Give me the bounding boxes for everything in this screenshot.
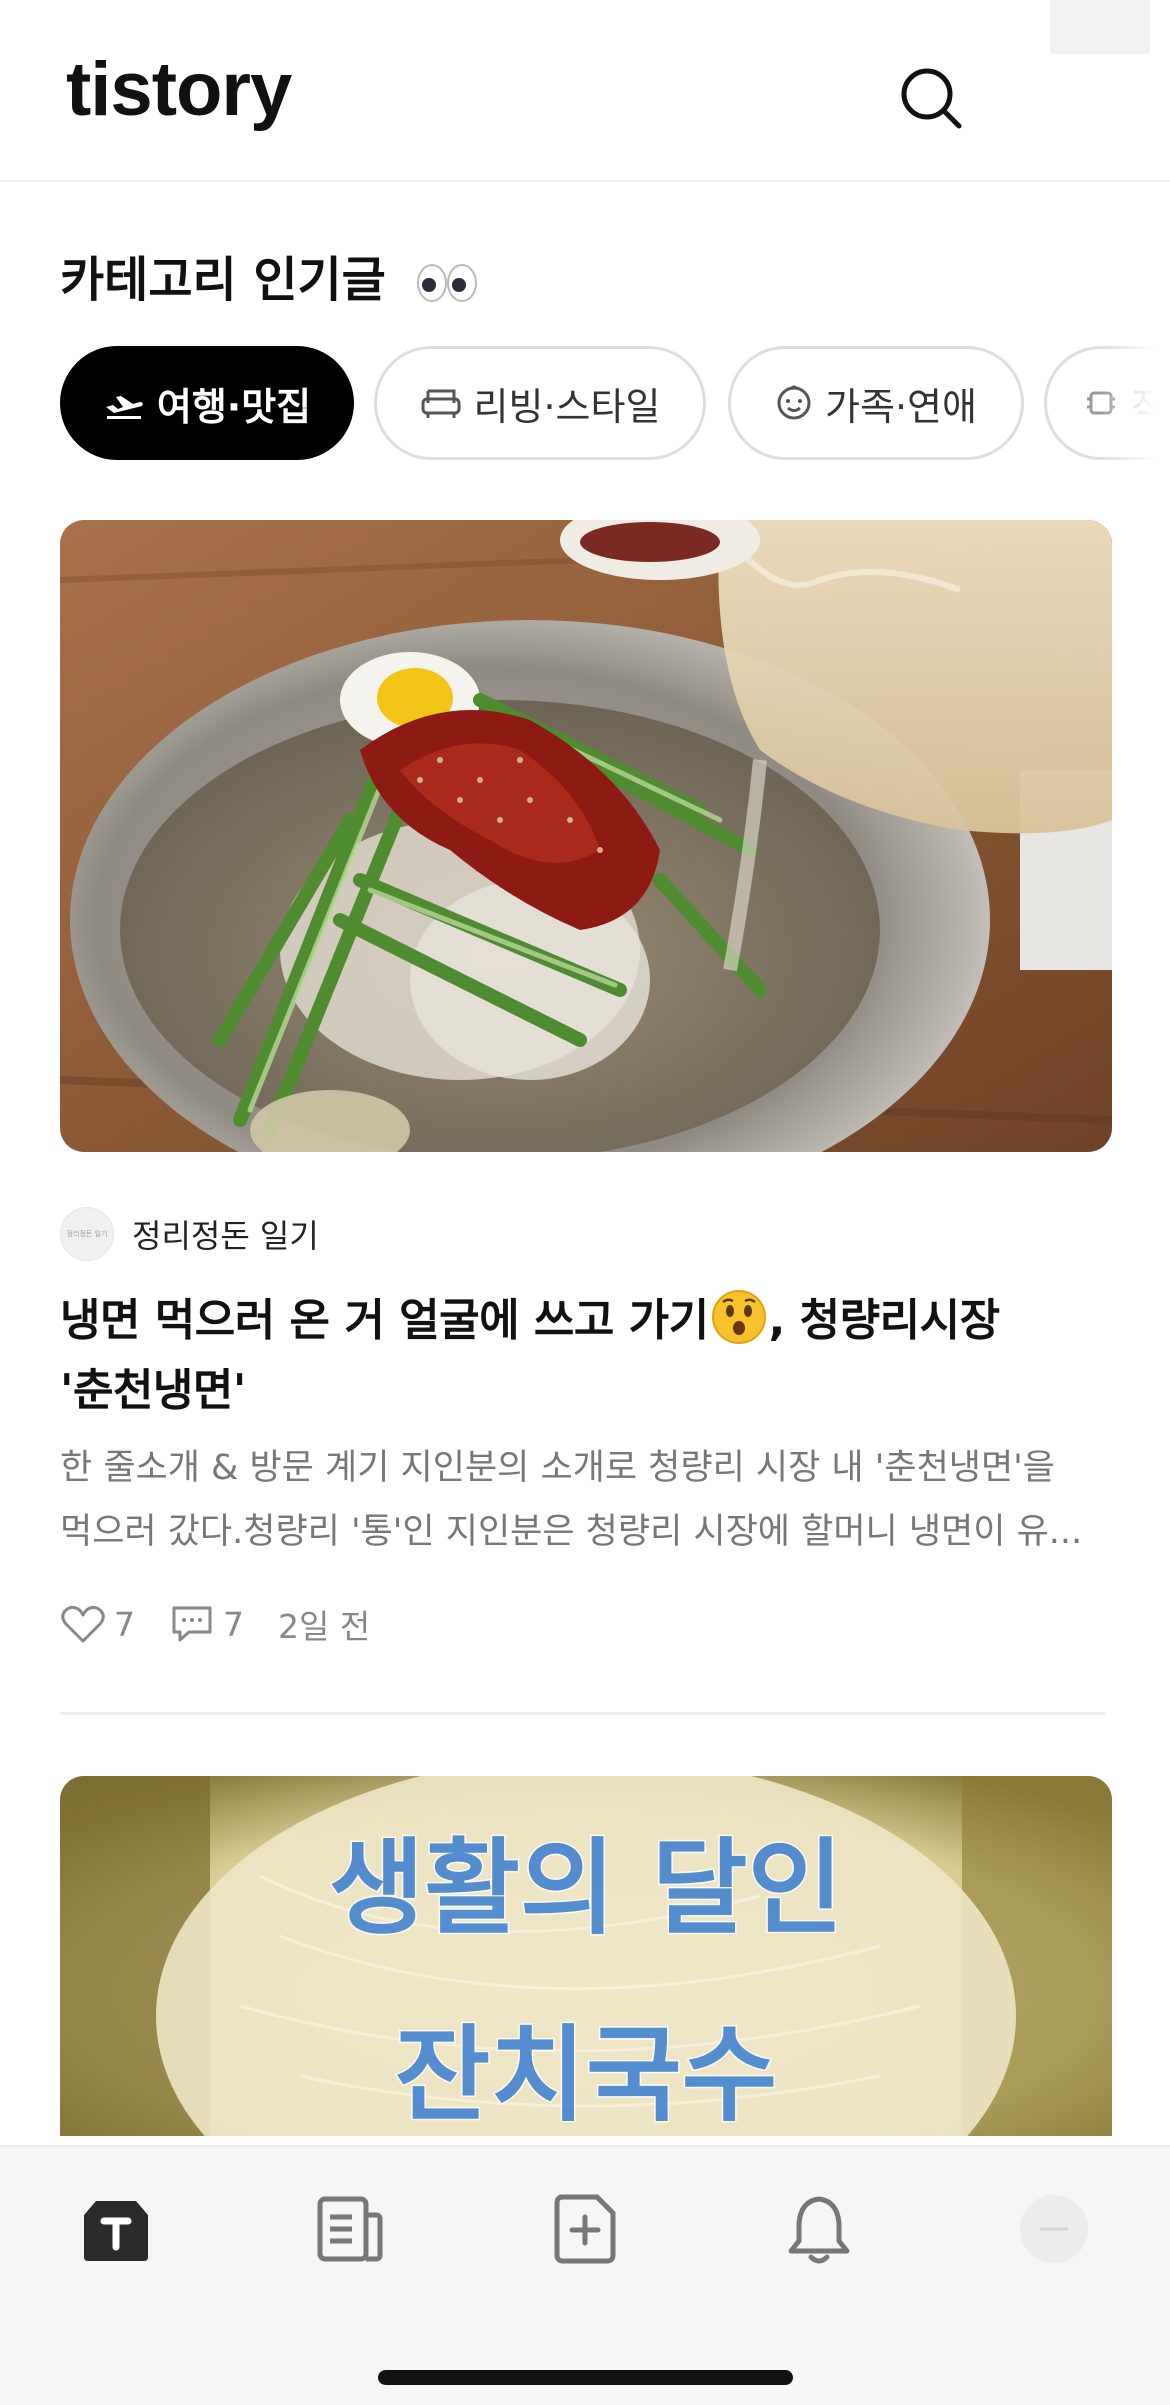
- tab-write[interactable]: [543, 2187, 627, 2271]
- post-title-part1: 냉면 먹으러 온 거 얼굴에 쓰고 가기: [60, 1295, 709, 1346]
- tab-notifications[interactable]: [777, 2187, 861, 2271]
- tab-profile[interactable]: [1012, 2187, 1096, 2271]
- chip-label: 여행·맛집: [156, 384, 312, 429]
- top-bar: tistory: [0, 0, 1170, 182]
- excerpt-line1: 한 줄소개 & 방문 계기 지인분의 소개로 청량리 시장 내 '춘천냉면'을: [60, 1448, 1055, 1488]
- chips-fade: [1100, 346, 1170, 460]
- noodle-photo: 생활의 달인 잔치국수: [60, 1776, 1112, 2136]
- blog-avatar-text: 정리정돈 일기: [66, 1230, 108, 1238]
- post-title-part2: , 청량리시장: [768, 1295, 1000, 1346]
- sofa-icon: [421, 389, 461, 418]
- chip-family-love[interactable]: 가족·연애: [728, 346, 1024, 460]
- chip-living-style[interactable]: 리빙·스타일: [374, 346, 706, 460]
- like-button[interactable]: 7: [60, 1603, 135, 1645]
- blog-name[interactable]: 정리정돈 일기: [132, 1211, 319, 1257]
- image-caption-line1: 생활의 달인: [329, 1827, 844, 1949]
- eyes-emoji-icon: [416, 264, 477, 302]
- feed-icon: [317, 2196, 383, 2262]
- status-placeholder: [1050, 0, 1150, 54]
- food-photo: [60, 520, 1112, 1152]
- profile-icon: [1020, 2195, 1088, 2263]
- search-button[interactable]: [895, 62, 967, 134]
- post-thumbnail[interactable]: [60, 520, 1112, 1152]
- comment-icon: [172, 1606, 212, 1642]
- blog-avatar[interactable]: 정리정돈 일기: [60, 1207, 114, 1261]
- post-excerpt[interactable]: 한 줄소개 & 방문 계기 지인분의 소개로 청량리 시장 내 '춘천냉면'을 …: [60, 1436, 1112, 1564]
- post-title[interactable]: 냉면 먹으러 온 거 얼굴에 쓰고 가기 , 청량리시장 '춘천냉면': [60, 1286, 1120, 1426]
- comment-count: 7: [223, 1604, 244, 1644]
- tistory-logo[interactable]: tistory: [66, 52, 292, 128]
- chip-label: 리빙·스타일: [473, 384, 661, 429]
- category-chips: 여행·맛집 리빙·스타일 가족·연애 직: [60, 346, 1170, 460]
- tab-home[interactable]: [74, 2187, 158, 2271]
- like-count: 7: [114, 1604, 135, 1644]
- baby-face-icon: [777, 385, 811, 420]
- section-title: 카테고리 인기글: [60, 240, 479, 310]
- search-icon: [901, 68, 962, 129]
- post-meta: 7 7 2일 전: [60, 1596, 370, 1652]
- blog-info[interactable]: 정리정돈 일기 정리정돈 일기: [60, 1206, 319, 1262]
- image-caption-line2: 잔치국수: [395, 2014, 778, 2136]
- airplane-icon: [105, 396, 143, 419]
- excerpt-line2: 먹으러 갔다.청량리 '통'인 지인분은 청량리 시장에 할머니 냉면이 유..…: [60, 1512, 1083, 1552]
- section-title-text: 카테고리 인기글: [60, 252, 386, 308]
- post-time: 2일 전: [278, 1607, 371, 1646]
- heart-icon: [61, 1605, 105, 1643]
- divider: [60, 1712, 1106, 1715]
- chip-label: 가족·연애: [825, 384, 977, 429]
- post-title-line2: '춘천냉면': [60, 1365, 246, 1416]
- hushed-face-emoji-icon: [711, 1290, 766, 1344]
- bell-icon: [788, 2196, 850, 2264]
- tab-feed[interactable]: [308, 2187, 392, 2271]
- chip-travel-food[interactable]: 여행·맛집: [60, 346, 354, 460]
- home-indicator[interactable]: [378, 2370, 793, 2385]
- write-icon: [554, 2194, 616, 2264]
- bottom-tab-bar: [0, 2145, 1170, 2405]
- post-thumbnail-2[interactable]: 생활의 달인 잔치국수: [60, 1776, 1112, 2136]
- home-icon: [84, 2201, 148, 2261]
- comment-button[interactable]: 7: [169, 1603, 244, 1645]
